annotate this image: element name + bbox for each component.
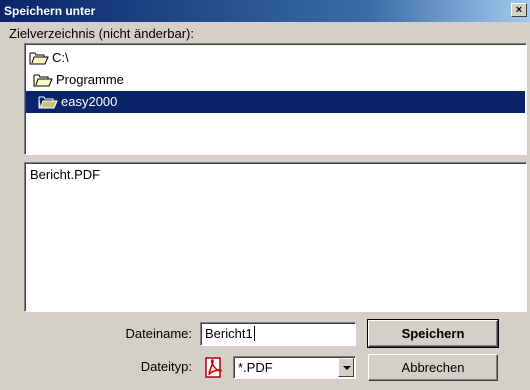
tree-item-easy2000[interactable]: easy2000 bbox=[26, 91, 525, 113]
cancel-button[interactable]: Abbrechen bbox=[368, 354, 498, 381]
title-bar[interactable]: Speichern unter × bbox=[0, 0, 530, 22]
close-icon: × bbox=[515, 4, 523, 16]
directory-label: Zielverzeichnis (nicht änderbar): bbox=[9, 26, 194, 41]
filetype-label: Dateityp: bbox=[140, 359, 192, 374]
tree-item-programme[interactable]: Programme bbox=[33, 69, 519, 91]
cancel-button-label: Abbrechen bbox=[401, 360, 465, 375]
filename-value: Bericht1 bbox=[205, 326, 253, 341]
save-button-label: Speichern bbox=[401, 326, 465, 341]
open-folder-icon bbox=[29, 52, 49, 65]
filename-input[interactable]: Bericht1 bbox=[200, 322, 356, 346]
save-button[interactable]: Speichern bbox=[367, 319, 499, 348]
directory-tree[interactable]: C:\ Programme easy2000 bbox=[24, 43, 527, 155]
open-folder-icon bbox=[38, 96, 58, 109]
open-folder-icon bbox=[33, 74, 53, 87]
filename-label: Dateiname: bbox=[125, 326, 192, 341]
file-list[interactable]: Bericht.PDF bbox=[24, 162, 527, 312]
pdf-icon bbox=[205, 357, 222, 378]
window-title: Speichern unter bbox=[4, 4, 96, 18]
file-item[interactable]: Bericht.PDF bbox=[30, 167, 100, 182]
text-caret bbox=[253, 326, 255, 341]
tree-item-c-drive[interactable]: C:\ bbox=[29, 47, 519, 69]
close-button[interactable]: × bbox=[511, 3, 527, 17]
tree-item-label: Programme bbox=[56, 72, 124, 87]
chevron-down-icon[interactable] bbox=[338, 358, 354, 377]
tree-item-label: C:\ bbox=[52, 50, 69, 65]
filetype-value: *.PDF bbox=[238, 360, 273, 375]
tree-item-label: easy2000 bbox=[61, 94, 118, 109]
filetype-select[interactable]: *.PDF bbox=[233, 356, 356, 379]
